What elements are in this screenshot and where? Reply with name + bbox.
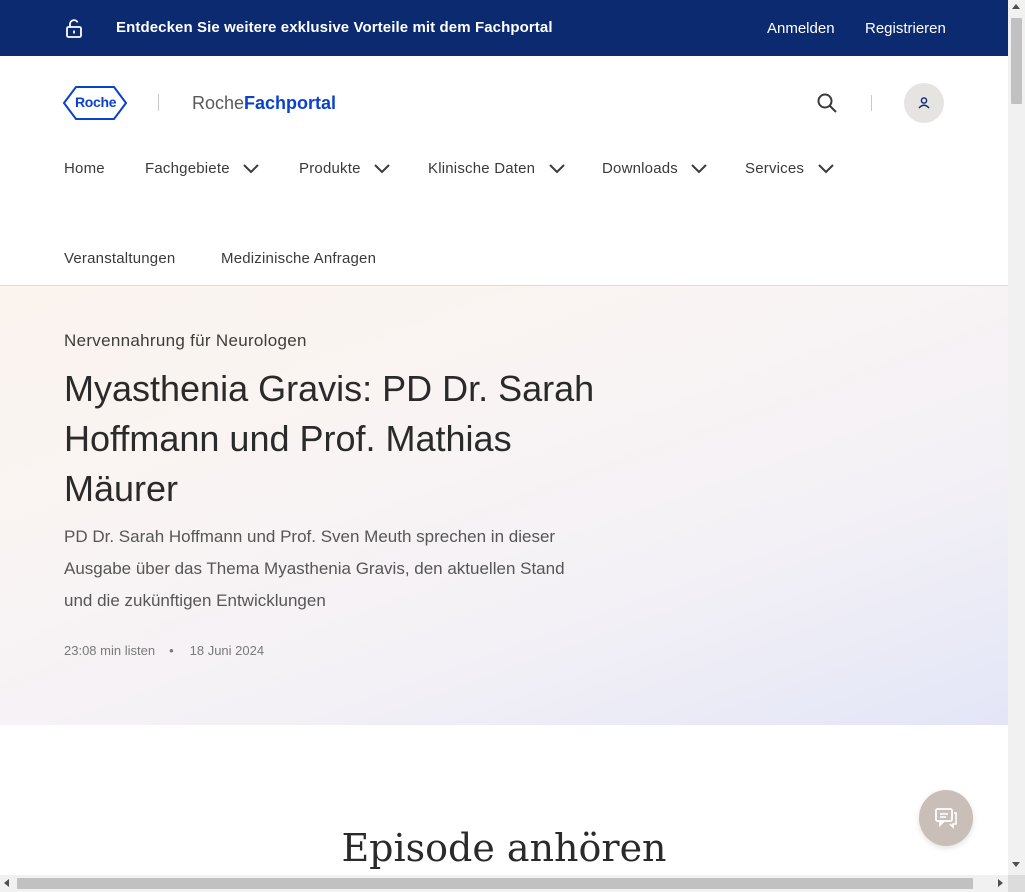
hero-meta: 23:08 min listen • 18 Juni 2024: [64, 643, 264, 658]
scroll-down-arrow-icon[interactable]: [1012, 862, 1020, 867]
scroll-right-arrow-icon[interactable]: [998, 879, 1003, 887]
nav-downloads-label: Downloads: [602, 160, 679, 177]
horizontal-scrollbar[interactable]: [0, 875, 1008, 892]
register-link[interactable]: Registrieren: [865, 20, 946, 37]
scroll-left-arrow-icon[interactable]: [4, 879, 9, 887]
brand-name[interactable]: RocheFachportal: [192, 93, 336, 114]
brand-part-fachportal: Fachportal: [244, 93, 337, 113]
chevron-down-icon: [548, 163, 565, 173]
nav-services[interactable]: Services: [745, 160, 835, 177]
nav-klinische-daten[interactable]: Klinische Daten: [428, 160, 566, 177]
episode-heading: Episode anhören: [341, 826, 667, 870]
nav-home[interactable]: Home: [64, 160, 105, 177]
nav-fachgebiete[interactable]: Fachgebiete: [145, 160, 260, 177]
login-link[interactable]: Anmelden: [767, 20, 835, 37]
promo-message: Entdecken Sie weitere exklusive Vorteile…: [116, 19, 553, 36]
unlock-icon: [66, 19, 82, 38]
brand-part-roche: Roche: [192, 93, 245, 113]
vertical-scrollbar[interactable]: [1008, 0, 1025, 875]
user-icon: [918, 97, 930, 109]
chat-button[interactable]: [919, 790, 973, 846]
page-title: Myasthenia Gravis: PD Dr. Sarah Hoffmann…: [64, 368, 595, 509]
promo-bar: Entdecken Sie weitere exklusive Vorteile…: [0, 0, 1008, 56]
hero-description: PD Dr. Sarah Hoffmann und Prof. Sven Meu…: [64, 527, 565, 610]
nav-fachgebiete-label: Fachgebiete: [145, 160, 230, 177]
listen-duration: 23:08 min listen: [64, 643, 156, 658]
user-account-button[interactable]: [904, 83, 944, 123]
nav-produkte-label: Produkte: [299, 160, 361, 177]
chevron-down-icon: [691, 163, 708, 173]
header-divider: [871, 95, 872, 111]
chat-icon: [935, 808, 957, 829]
nav-veranstaltungen[interactable]: Veranstaltungen: [64, 250, 175, 267]
scrollbar-corner: [1008, 875, 1025, 892]
nav-veranstaltungen-label: Veranstaltungen: [64, 250, 176, 267]
hero-eyebrow: Nervennahrung für Neurologen: [64, 331, 307, 350]
page-viewport: Entdecken Sie weitere exklusive Vorteile…: [0, 0, 1008, 875]
nav-medizinische-anfragen-label: Medizinische Anfragen: [221, 250, 377, 267]
roche-logo-text: Roche: [75, 94, 117, 110]
nav-medizinische-anfragen[interactable]: Medizinische Anfragen: [221, 250, 376, 267]
vertical-scroll-thumb[interactable]: [1011, 18, 1022, 104]
nav-home-label: Home: [64, 160, 105, 177]
meta-separator: •: [169, 643, 174, 658]
search-icon[interactable]: [815, 91, 839, 115]
chevron-down-icon: [243, 163, 259, 173]
nav-klinische-daten-label: Klinische Daten: [428, 160, 536, 177]
nav-services-label: Services: [745, 160, 805, 177]
logo-divider: [158, 94, 159, 111]
publish-date: 18 Juni 2024: [189, 643, 265, 658]
horizontal-scroll-thumb[interactable]: [17, 878, 973, 889]
chevron-down-icon: [374, 163, 390, 173]
nav-produkte[interactable]: Produkte: [299, 160, 391, 177]
chevron-down-icon: [817, 163, 834, 173]
nav-downloads[interactable]: Downloads: [602, 160, 708, 177]
scroll-up-arrow-icon[interactable]: [1012, 4, 1020, 9]
